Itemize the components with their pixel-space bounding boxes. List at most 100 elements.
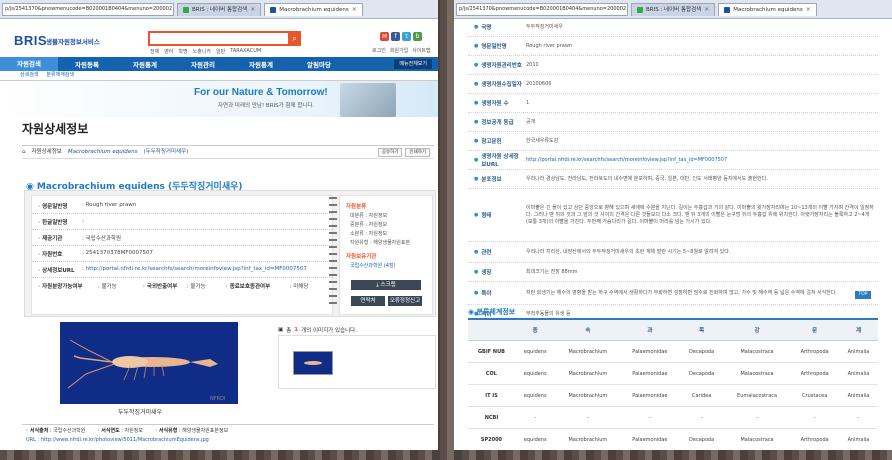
- browser-tab-bar: p/js/2541370&pnowmenucode=B020001B0404&m…: [0, 0, 438, 19]
- table-row: NCBI - - - - - - -: [468, 406, 878, 429]
- share-buttons: 공유하기 인쇄하기: [377, 148, 430, 157]
- search-input[interactable]: [148, 31, 292, 46]
- bullet-icon: ◉: [468, 308, 477, 316]
- nav-item[interactable]: 자원통계: [116, 59, 174, 69]
- species-fields: · 영문일반명: Rough river prawn · 한글일반명: · 제공기관:…: [31, 195, 333, 315]
- column-header: 문: [790, 318, 839, 341]
- print-button[interactable]: 인쇄하기: [405, 148, 430, 157]
- field-detail-url: · 상세정보URL: http://portal.nfrdi.re.kr/sear…: [38, 266, 307, 274]
- image-url-link[interactable]: URL : http://www.nfrdi.re.kr/photoview/5…: [26, 437, 209, 443]
- nav-item[interactable]: 자원관리: [174, 59, 232, 69]
- field-distribution: · 자원분양가능여부: 불가능 · 국외반출여부: 불가능 · 종료보호종관여부: 미…: [38, 284, 309, 290]
- sitemap-link[interactable]: 사이트맵: [412, 47, 430, 54]
- browser-tab[interactable]: BRIS : 네이버 통합검색 ×: [631, 2, 716, 16]
- info-row: ● 특이 저런 회생기는 해수의 영향을 받는 하구 수역에서 생활하다가 부화하면…: [468, 282, 878, 305]
- bris-logo-subtitle: 생물자원정보서비스: [46, 38, 100, 46]
- close-tab-icon[interactable]: ×: [352, 4, 357, 16]
- sns-icons: ✉ f t b: [380, 32, 422, 41]
- breadcrumb: ⌂ 자원상세정보 Macrobrachium equidens (두두작징거미새…: [22, 145, 434, 159]
- quick-link[interactable]: 전체: [150, 48, 159, 55]
- column-header: 종: [514, 318, 556, 341]
- browser-tab-active[interactable]: Macrobrachium equidens ×: [718, 2, 817, 16]
- scroll-top-button[interactable]: TOP: [855, 291, 871, 299]
- taxonomy-table: 종 속 과 목 강 문 계 GBIF NUB equidens Macrobrach…: [468, 318, 878, 450]
- site-header: BRIS 생물자원정보서비스 ⌕ 전체 영어 학명 노출니카 일반 TARAXA…: [0, 19, 438, 57]
- quick-search-links: 전체 영어 학명 노출니카 일반 TARAXACUM: [150, 48, 261, 55]
- signup-link[interactable]: 회원가입: [390, 47, 408, 54]
- quick-link[interactable]: 학명: [178, 48, 187, 55]
- info-row: ● 생명자원 상세정보URL http://portal.nfrdi.re.kr/s…: [468, 151, 878, 170]
- page-title: 자원상세정보: [22, 122, 89, 136]
- quick-link[interactable]: 일반: [216, 48, 225, 55]
- naver-favicon-icon: [637, 6, 643, 13]
- search-button[interactable]: ⌕: [288, 31, 301, 46]
- field-resource-number: · 자원번호: 2541370378MF0007507: [38, 250, 153, 258]
- section-title: ◉ 분류체계정보: [468, 308, 516, 316]
- banner: For our Nature & Tomorrow! 자연과 미래의 만남! B…: [0, 81, 438, 117]
- close-tab-icon[interactable]: ×: [806, 4, 811, 16]
- twitter-icon[interactable]: t: [402, 32, 411, 41]
- side-heading-classification: 자원분류: [346, 204, 367, 210]
- detail-url-link[interactable]: : http://portal.nfrdi.re.kr/searchfs/sea…: [82, 266, 307, 274]
- close-tab-icon[interactable]: ×: [704, 4, 709, 16]
- subnav-item-taxonomy-search[interactable]: 분류체계검색: [46, 71, 74, 80]
- info-row: ● 형태 이마뿔은 긴 플이 있고 상단 중앙으로 향해 있으며 새애에 수분을 지…: [468, 189, 878, 242]
- nav-item[interactable]: 자원통계: [232, 59, 290, 69]
- blog-icon[interactable]: b: [413, 32, 422, 41]
- table-header-row: 종 속 과 목 강 문 계: [468, 318, 878, 341]
- breadcrumb-item[interactable]: 자원상세정보: [32, 146, 62, 158]
- share-button[interactable]: 공유하기: [377, 148, 403, 157]
- address-bar[interactable]: p/js/2541370&pnowmenucode=B020001B0404&m…: [2, 2, 174, 16]
- holder-org-link[interactable]: 국립수산과학원 (4점): [350, 262, 432, 269]
- thumbnail-image[interactable]: [293, 351, 333, 375]
- field-provider: · 제공기관: 국립수산과학원: [38, 236, 122, 242]
- specimen-photo[interactable]: NFRDI: [60, 322, 238, 404]
- detail-url-link[interactable]: http://portal.nfrdi.re.kr/searchfs/searc…: [522, 151, 878, 169]
- browser-tab-bar: p/js/2541370&pnowmenucode=B020001B0404&m…: [454, 0, 892, 19]
- info-row: ● 생명자원수집일자 20100606: [468, 75, 878, 94]
- error-report-button[interactable]: 오류정정신고: [388, 296, 422, 306]
- main-navigation: 자원검색 자원등록 자원통계 자원관리 자원통계 알림마당 메뉴전체보기: [0, 57, 438, 71]
- bris-favicon-icon: [270, 6, 277, 13]
- svg-text:NFRDI: NFRDI: [210, 396, 225, 402]
- tab-label: Macrobrachium equidens: [733, 6, 803, 13]
- mail-icon[interactable]: ✉: [380, 32, 389, 41]
- thumbnail-list: [278, 335, 436, 389]
- nav-item[interactable]: 알림마당: [290, 59, 348, 69]
- column-header: 강: [723, 318, 791, 341]
- home-icon[interactable]: ⌂: [22, 146, 26, 158]
- table-row: IT IS equidens Macrobrachium Palaemonidae Ca…: [468, 384, 878, 407]
- scrap-button[interactable]: ⤓ 스크랩: [351, 280, 421, 290]
- quick-link[interactable]: TARAXACUM: [230, 48, 261, 55]
- quick-link[interactable]: 노출니카: [193, 48, 211, 55]
- sub-navigation: 상세검색 분류체계검색: [0, 71, 438, 81]
- table-row: SP2000 equidens Macrobrachium Palaemonidae D…: [468, 428, 878, 450]
- side-item: 자원유형 : 해양생물자원표본: [350, 240, 411, 246]
- address-bar[interactable]: p/js/2541370&pnowmenucode=B020001B0404&m…: [456, 2, 628, 16]
- browser-tab[interactable]: BRIS : 네이버 통합검색 ×: [177, 2, 262, 16]
- quick-link[interactable]: 영어: [164, 48, 173, 55]
- facebook-icon[interactable]: f: [391, 32, 400, 41]
- field-korean-name: · 한글일반명:: [38, 218, 84, 226]
- info-row: ● 분포정보 우리나라 경상남도, 전라남도, 전라북도의 내수면에 분포하며, 중…: [468, 170, 878, 189]
- naver-favicon-icon: [183, 6, 189, 13]
- side-item: 중분류 : 자원정보: [350, 222, 388, 228]
- detail-info-table: ● 국명 두두작징거미새우 ● 영문일반명 Rough river prawn ● 생명자…: [468, 18, 878, 324]
- table-row: GBIF NUB equidens Macrobrachium Palaemonida…: [468, 340, 878, 363]
- nav-item[interactable]: 자원등록: [58, 59, 116, 69]
- info-row: ● 관련 우리나라 지리산, 내장산에서의 두두작징거미새우의 초란 계체 발란 시…: [468, 242, 878, 263]
- side-item: 대분류 : 자원정보: [350, 213, 388, 219]
- subnav-item-detail-search[interactable]: 상세검색: [20, 71, 38, 80]
- bris-logo[interactable]: BRIS: [14, 33, 47, 48]
- contact-button[interactable]: 연락처: [351, 296, 385, 306]
- browser-tab-active[interactable]: Macrobrachium equidens ×: [264, 2, 363, 16]
- info-row: ● 영문일반명 Rough river prawn: [468, 37, 878, 56]
- tab-label: Macrobrachium equidens: [279, 6, 349, 13]
- top-utility-links: 로그인 회원가입 사이트맵: [372, 47, 431, 54]
- all-menu-button[interactable]: 메뉴전체보기: [394, 59, 432, 69]
- login-link[interactable]: 로그인: [372, 47, 386, 54]
- resource-side-panel: 자원분류 대분류 : 자원정보 중분류 : 자원정보 소분류 : 자원정보 자원…: [339, 195, 433, 315]
- close-tab-icon[interactable]: ×: [250, 4, 255, 16]
- nav-item-resource-search[interactable]: 자원검색: [0, 57, 58, 71]
- image-count: ▣ 총 1 개의 이미지가 있습니다.: [278, 327, 357, 334]
